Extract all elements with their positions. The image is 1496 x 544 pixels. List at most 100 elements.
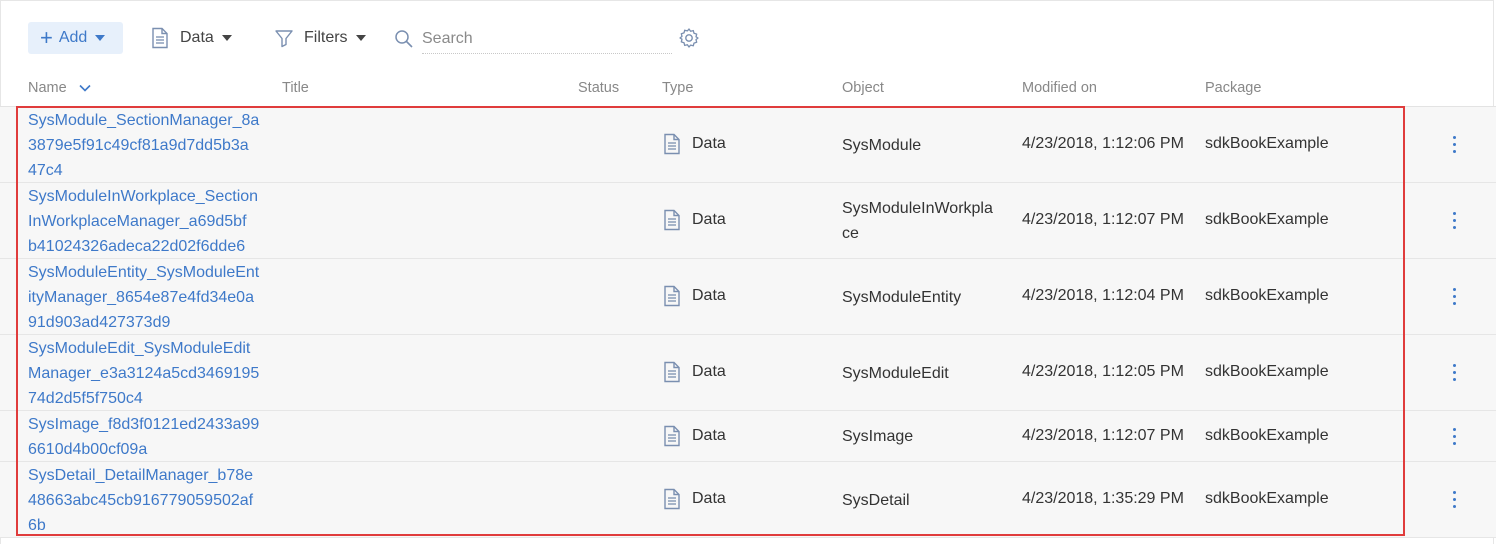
row-object-line: SysImage: [842, 428, 914, 445]
chevron-down-icon: [355, 35, 366, 41]
row-name-line: SysModuleEntity_SysModuleEnt: [28, 264, 260, 281]
row-actions-kebab-icon[interactable]: [1444, 285, 1464, 309]
filters-button[interactable]: Filters: [274, 22, 366, 54]
document-icon: [664, 488, 680, 510]
table-row[interactable]: SysModuleEntity_SysModuleEnt ityManager_8…: [0, 259, 1496, 335]
row-name-line: 6610d4b00cf09a: [28, 441, 148, 458]
row-name-line: b41024326adeca22d02f6dde6: [28, 238, 246, 255]
gear-icon[interactable]: [678, 27, 700, 49]
row-type: Data: [662, 361, 726, 383]
row-object-line: SysModuleEdit: [842, 365, 949, 382]
row-actions-kebab-icon[interactable]: [1444, 133, 1464, 157]
row-actions-kebab-icon[interactable]: [1444, 361, 1464, 385]
search-icon: [395, 30, 413, 48]
row-modified-on: 4/23/2018, 1:12:07 PM: [1022, 211, 1184, 228]
row-package: sdkBookExample: [1205, 363, 1329, 380]
row-name-line: SysImage_f8d3f0121ed2433a99: [28, 416, 260, 433]
row-type: Data: [662, 488, 726, 510]
row-actions-kebab-icon[interactable]: [1444, 488, 1464, 512]
table-row[interactable]: SysModuleEdit_SysModuleEdit Manager_e3a31…: [0, 335, 1496, 411]
document-icon: [664, 209, 680, 231]
add-button-label: Add: [58, 29, 88, 46]
row-name-line: SysDetail_DetailManager_b78e: [28, 467, 254, 484]
add-button[interactable]: + Add: [28, 22, 123, 54]
row-object: SysModule: [842, 133, 1012, 158]
row-modified-on: 4/23/2018, 1:12:06 PM: [1022, 135, 1184, 152]
column-header-status[interactable]: Status: [578, 80, 619, 96]
row-object: SysModuleEdit: [842, 361, 1012, 386]
row-name-line: 74d2d5f5f750c4: [28, 390, 143, 407]
row-name-line: SysModuleEdit_SysModuleEdit: [28, 340, 251, 357]
row-name-line: 91d903ad427373d9: [28, 314, 171, 331]
search-box: [394, 24, 702, 54]
row-name-line: 6b: [28, 517, 46, 534]
row-type-label: Data: [692, 427, 726, 444]
row-object-line: SysModuleInWorkpla: [842, 200, 993, 217]
row-name-link[interactable]: SysModuleEntity_SysModuleEnt ityManager_8…: [28, 260, 273, 335]
toolbar: + Add Data Filters: [0, 0, 1496, 70]
chevron-down-icon: [221, 35, 232, 41]
column-header-name-label: Name: [28, 80, 67, 96]
row-name-link[interactable]: SysDetail_DetailManager_b78e 48663abc45cb…: [28, 463, 273, 538]
row-actions-kebab-icon[interactable]: [1444, 425, 1464, 449]
row-type: Data: [662, 425, 726, 447]
row-modified-on: 4/23/2018, 1:12:07 PM: [1022, 427, 1184, 444]
filters-label: Filters: [304, 29, 348, 46]
row-name-link[interactable]: SysImage_f8d3f0121ed2433a99 6610d4b00cf09…: [28, 412, 273, 462]
table-header: Name Title Status Type Object Modified o…: [0, 72, 1496, 107]
table-row[interactable]: SysImage_f8d3f0121ed2433a99 6610d4b00cf09…: [0, 411, 1496, 462]
table-row[interactable]: SysDetail_DetailManager_b78e 48663abc45cb…: [0, 462, 1496, 538]
row-name-link[interactable]: SysModuleInWorkplace_Section InWorkplaceM…: [28, 184, 273, 259]
row-type-label: Data: [692, 135, 726, 152]
row-object: SysDetail: [842, 488, 1012, 513]
document-icon: [664, 133, 680, 155]
row-modified-on: 4/23/2018, 1:12:04 PM: [1022, 287, 1184, 304]
table-row[interactable]: SysModuleInWorkplace_Section InWorkplaceM…: [0, 183, 1496, 259]
chevron-down-icon: [95, 35, 106, 41]
row-package: sdkBookExample: [1205, 135, 1329, 152]
row-type-label: Data: [692, 363, 726, 380]
row-name-line: SysModule_SectionManager_8a: [28, 112, 260, 129]
row-actions-kebab-icon[interactable]: [1444, 209, 1464, 233]
row-type: Data: [662, 285, 726, 307]
row-object: SysModuleInWorkpla ce: [842, 196, 1012, 246]
column-header-name[interactable]: Name: [28, 80, 91, 96]
filter-icon: [275, 30, 293, 48]
row-package: sdkBookExample: [1205, 287, 1329, 304]
document-icon: [664, 425, 680, 447]
row-name-link[interactable]: SysModule_SectionManager_8a 3879e5f91c49c…: [28, 108, 273, 183]
row-type: Data: [662, 133, 726, 155]
row-object-line: ce: [842, 225, 859, 242]
row-object-line: SysModule: [842, 137, 922, 154]
search-input[interactable]: [422, 24, 672, 54]
row-type-label: Data: [692, 211, 726, 228]
column-header-type[interactable]: Type: [662, 80, 693, 96]
row-name-line: SysModuleInWorkplace_Section: [28, 188, 259, 205]
row-name-line: 48663abc45cb916779059502af: [28, 492, 254, 509]
row-modified-on: 4/23/2018, 1:35:29 PM: [1022, 490, 1184, 507]
document-icon: [664, 285, 680, 307]
row-name-line: Manager_e3a3124a5cd3469195: [28, 365, 260, 382]
row-package: sdkBookExample: [1205, 427, 1329, 444]
column-header-package[interactable]: Package: [1205, 80, 1261, 96]
row-object-line: SysModuleEntity: [842, 289, 962, 306]
column-header-title[interactable]: Title: [282, 80, 309, 96]
data-menu-label: Data: [180, 29, 214, 46]
document-icon: [152, 27, 168, 49]
document-icon: [664, 361, 680, 383]
row-type: Data: [662, 209, 726, 231]
table-row[interactable]: SysModule_SectionManager_8a 3879e5f91c49c…: [0, 107, 1496, 183]
sort-down-icon[interactable]: [79, 84, 91, 92]
row-object-line: SysDetail: [842, 492, 910, 509]
plus-icon: +: [40, 25, 53, 50]
row-object: SysImage: [842, 424, 1012, 449]
row-name-line: 3879e5f91c49cf81a9d7dd5b3a: [28, 137, 249, 154]
data-menu-button[interactable]: Data: [150, 22, 232, 54]
column-header-object[interactable]: Object: [842, 80, 884, 96]
row-name-line: InWorkplaceManager_a69d5bf: [28, 213, 247, 230]
row-type-label: Data: [692, 490, 726, 507]
row-object: SysModuleEntity: [842, 285, 1012, 310]
column-header-modified-on[interactable]: Modified on: [1022, 80, 1097, 96]
row-name-line: 47c4: [28, 162, 63, 179]
row-name-link[interactable]: SysModuleEdit_SysModuleEdit Manager_e3a31…: [28, 336, 273, 411]
